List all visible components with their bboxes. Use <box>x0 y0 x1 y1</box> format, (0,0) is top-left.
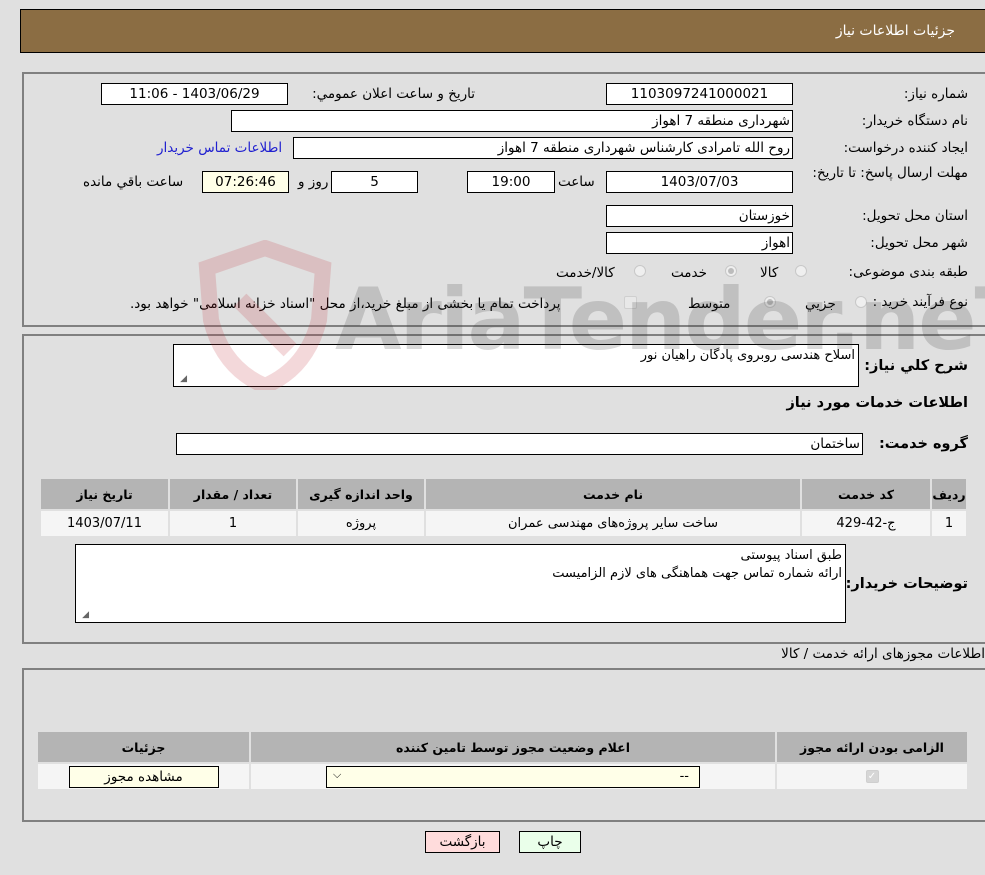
table-row: 1 ج-42-429 ساخت سایر پروژه‌های مهندسی عم… <box>39 509 968 538</box>
process-radio-medium[interactable] <box>764 296 776 308</box>
summary-label: شرح کلي نیاز: <box>864 358 968 374</box>
province-field[interactable]: خوزستان <box>606 205 793 227</box>
process-option-minor: جزيي <box>805 296 836 312</box>
deadline-time-field[interactable]: 19:00 <box>467 171 555 193</box>
permits-table: الزامی بودن ارائه مجوز اعلام وضعیت مجوز … <box>36 730 969 791</box>
col-header-name: نام خدمت <box>424 477 802 511</box>
col-header-unit: واحد اندازه گیری <box>296 477 426 511</box>
page-title: جزئیات اطلاعات نیاز <box>835 23 955 39</box>
buyer-org-label: نام دستگاه خریدار: <box>861 113 968 129</box>
days-label: روز و <box>298 174 329 190</box>
buyer-notes-line-2: ارائه شماره تماس جهت هماهنگی های لازم ال… <box>552 566 842 581</box>
service-group-field[interactable]: ساختمان <box>176 433 863 455</box>
category-option-service: خدمت <box>671 265 707 281</box>
chevron-down-icon: ⌵ <box>333 767 342 781</box>
need-number-label: شماره نیاز: <box>903 86 968 102</box>
print-button[interactable]: چاپ <box>519 831 581 853</box>
treasury-note: پرداخت تمام یا بخشی از مبلغ خرید،از محل … <box>130 296 561 312</box>
permits-heading: اطلاعات مجوزهای ارائه خدمت / کالا <box>781 646 985 662</box>
cell-quantity: 1 <box>168 509 298 538</box>
deadline-time-label: ساعت <box>558 174 595 190</box>
col-header-code: کد خدمت <box>800 477 932 511</box>
col-header-required: الزامی بودن ارائه مجوز <box>775 730 969 764</box>
category-label: طبقه بندی موضوعی: <box>848 264 968 280</box>
view-permit-button[interactable]: مشاهده مجوز <box>68 765 219 788</box>
required-checkbox[interactable]: ✓ <box>865 770 879 783</box>
cell-required: ✓ <box>775 762 969 791</box>
col-header-status: اعلام وضعیت مجوز توسط تامین کننده <box>249 730 777 764</box>
treasury-checkbox[interactable] <box>624 296 637 309</box>
creator-field[interactable]: روح الله تامرادی کارشناس شهرداری منطقه 7… <box>293 137 793 159</box>
cell-details: مشاهده مجوز <box>36 762 251 791</box>
table-row: ✓ -- ⌵ مشاهده مجوز <box>36 762 969 791</box>
announce-datetime-field[interactable]: 1403/06/29 - 11:06 <box>101 83 288 105</box>
cell-need-date: 1403/07/11 <box>39 509 170 538</box>
category-radio-goods[interactable] <box>795 265 807 277</box>
buyer-notes-label: توضیحات خریدار: <box>845 576 968 592</box>
days-remaining-field[interactable]: 5 <box>331 171 418 193</box>
services-heading: اطلاعات خدمات مورد نیاز <box>786 395 968 411</box>
col-header-date: تاریخ نیاز <box>39 477 170 511</box>
process-radio-minor[interactable] <box>855 296 867 308</box>
need-number-field[interactable]: 1103097241000021 <box>606 83 793 105</box>
process-option-medium: متوسط <box>688 296 731 312</box>
resize-grip-icon[interactable]: ◢ <box>79 610 89 620</box>
cell-service-name: ساخت سایر پروژه‌های مهندسی عمران <box>424 509 802 538</box>
summary-textarea[interactable]: اسلاح هندسی روبروی پادگان راهیان نور ◢ <box>173 344 859 387</box>
services-table: ردیف کد خدمت نام خدمت واحد اندازه گیری ت… <box>39 477 968 538</box>
province-label: استان محل تحویل: <box>862 208 968 224</box>
cell-service-code: ج-42-429 <box>800 509 932 538</box>
page-header: جزئیات اطلاعات نیاز <box>20 9 985 53</box>
category-option-goods-service: کالا/خدمت <box>556 265 615 281</box>
announce-label: تاریخ و ساعت اعلان عمومي: <box>312 86 475 102</box>
buyer-org-field[interactable]: شهرداری منطقه 7 اهواز <box>231 110 793 132</box>
col-header-row: ردیف <box>930 477 968 511</box>
back-button[interactable]: بازگشت <box>425 831 500 853</box>
resize-grip-icon[interactable]: ◢ <box>177 374 187 384</box>
buyer-notes-line-1: طبق اسناد پیوستی <box>740 548 842 563</box>
deadline-date-field[interactable]: 1403/07/03 <box>606 171 793 193</box>
time-remaining-field: 07:26:46 <box>202 171 289 193</box>
service-group-label: گروه خدمت: <box>878 436 968 452</box>
cell-unit: پروژه <box>296 509 426 538</box>
process-label: نوع فرآیند خرید : <box>872 294 968 310</box>
creator-label: ایجاد کننده درخواست: <box>843 140 968 156</box>
city-label: شهر محل تحویل: <box>870 235 968 251</box>
deadline-label: مهلت ارسال پاسخ: تا تاریخ: <box>812 165 968 181</box>
buyer-notes-textarea[interactable]: طبق اسناد پیوستی ارائه شماره تماس جهت هم… <box>75 544 846 623</box>
permit-status-value: -- <box>679 768 689 784</box>
col-header-details: جزئیات <box>36 730 251 764</box>
cell-status: -- ⌵ <box>249 762 777 791</box>
time-remaining-label: ساعت باقي مانده <box>83 174 184 190</box>
category-radio-service[interactable] <box>725 265 737 277</box>
permit-status-select[interactable]: -- ⌵ <box>326 765 700 788</box>
summary-text: اسلاح هندسی روبروی پادگان راهیان نور <box>640 348 855 363</box>
city-field[interactable]: اهواز <box>606 232 793 254</box>
cell-row-number: 1 <box>930 509 968 538</box>
category-option-goods: کالا <box>760 265 779 281</box>
col-header-quantity: تعداد / مقدار <box>168 477 298 511</box>
category-radio-goods-service[interactable] <box>634 265 646 277</box>
buyer-contact-link[interactable]: اطلاعات تماس خریدار <box>157 140 282 156</box>
